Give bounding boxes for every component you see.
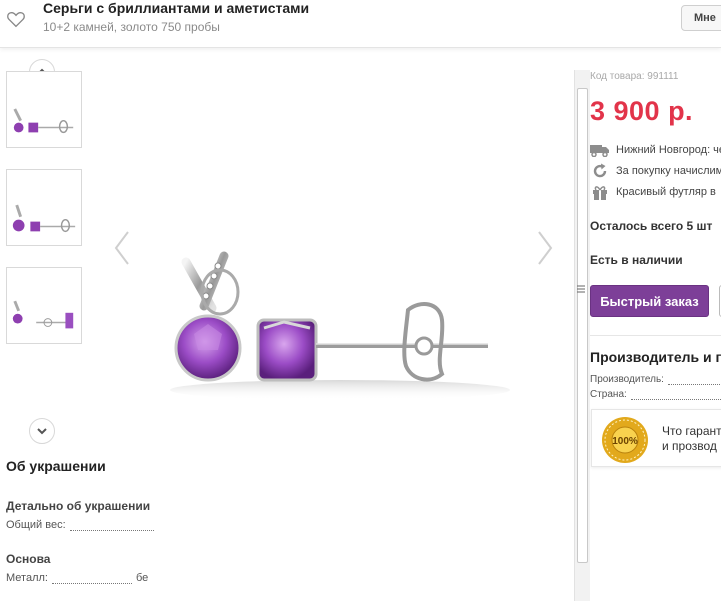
grip-icon[interactable] [577,284,585,294]
truck-icon [590,143,610,157]
maker-section-title: Производитель и п [590,349,721,365]
delivery-text: Нижний Новгород: че [616,144,721,156]
refresh-icon [590,163,610,178]
earring-thumbnail-image [12,204,76,233]
bonus-text: За покупку начислим [616,165,721,177]
stock-left-text: Осталось всего 5 шт [590,219,713,233]
gift-icon [590,185,610,200]
product-title: Серьги с бриллиантами и аметистами [43,0,310,16]
quick-order-button[interactable]: Быстрый заказ [590,285,709,317]
thumbs-down-button[interactable] [29,418,55,444]
about-section-title: Об украшении [6,458,106,474]
badge-text: 100% [612,436,638,447]
product-subtitle: 10+2 камней, золото 750 пробы [43,20,220,34]
scroll-thumb[interactable] [577,88,588,563]
thumbnail-1[interactable] [6,71,82,148]
weight-label: Общий вес: [6,519,66,531]
product-code: Код товара: 991111 [590,71,679,82]
thumbnail-2[interactable] [6,169,82,246]
producer-label: Производитель: [590,374,664,385]
detail-subtitle: Детально об украшении [6,499,151,513]
metal-label: Металл: [6,572,48,584]
chevron-right-icon[interactable] [535,228,555,268]
dotted-leader [667,377,721,385]
guarantee-banner[interactable]: 100% Что гарант и прозвод [591,409,721,467]
delivery-row: Нижний Новгород: че [590,143,721,157]
dotted-leader [51,576,132,584]
earring-thumbnail-image [13,108,74,134]
gift-row: Красивый футляр в [590,185,716,200]
chevron-down-icon [37,428,47,435]
earring-thumbnail-image [12,300,74,329]
panel-scrollbar[interactable] [574,70,590,601]
metal-row: Металл: бе [6,572,148,584]
dotted-leader [630,392,721,400]
weight-row: Общий вес: [6,519,158,531]
page-header: Серьги с бриллиантами и аметистами 10+2 … [0,0,721,48]
guarantee-line-2: и прозвод [662,439,717,453]
thumbnail-3[interactable] [6,267,82,344]
chevron-left-icon[interactable] [112,228,132,268]
base-subtitle: Основа [6,552,51,566]
producer-row: Производитель: [590,374,721,385]
country-label: Страна: [590,389,627,400]
metal-value: бе [135,572,149,584]
heart-icon[interactable] [6,10,26,28]
bonus-row: За покупку начислим [590,163,721,178]
product-price: 3 900 р. [590,96,694,126]
guarantee-text: Что гарант и прозвод [662,424,721,454]
menu-button[interactable]: Мне [681,5,721,31]
earrings-main-image [170,251,510,400]
guarantee-seal-icon: 100% [602,417,648,463]
gift-text: Красивый футляр в [616,186,716,198]
divider [590,335,721,336]
dotted-leader [69,523,154,531]
guarantee-line-1: Что гарант [662,424,721,438]
country-row: Страна: Г [590,389,721,400]
availability-text: Есть в наличии [590,253,683,267]
